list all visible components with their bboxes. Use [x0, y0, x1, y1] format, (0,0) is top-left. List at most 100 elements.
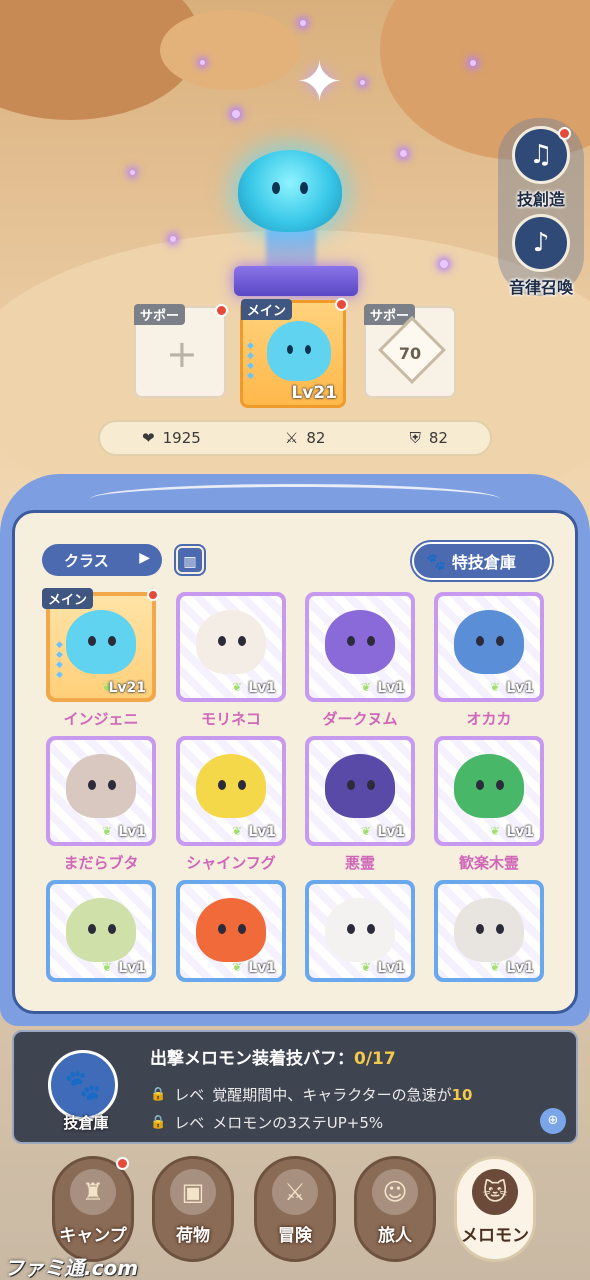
melomon-card-inner: ❦ Lv1 — [438, 740, 540, 842]
melomon-card-inner: ❦ Lv1 — [50, 740, 152, 842]
nav-label: 旅人 — [378, 1226, 412, 1246]
melomon-portrait — [454, 754, 524, 818]
element-leaf-icon: ❦ — [489, 960, 500, 974]
melomon-card[interactable]: ❦ Lv1 — [176, 592, 286, 702]
melomon-level: Lv1 — [377, 680, 405, 696]
melomon-card[interactable]: ❦ Lv1 — [434, 880, 544, 982]
sparkle — [232, 110, 240, 118]
character-icon: ☺ — [372, 1169, 418, 1215]
melomon-level: Lv1 — [506, 824, 534, 840]
rhythm-summon-label: 音律召喚 — [508, 278, 573, 297]
battle-scene: ✦ ♫ 技創造 ♪ 音律召喚 サポー + メイン ◆ ◆ ◆ ◆ Lv21 サポー 7… — [0, 0, 590, 480]
nav-castle-button[interactable]: ♜ キャンプ — [52, 1156, 134, 1262]
desert-rock — [160, 10, 300, 90]
melomon-level: Lv1 — [118, 824, 146, 840]
melomon-list-panel: クラス ▶ ▥ 🐾 特技倉庫 ❦ Lv21 ◆ ◆ ◆ ◆ メインインジェニ ❦ Lv1 モリネコ… — [0, 474, 590, 1026]
notification-dot — [335, 298, 348, 311]
skill-create-label: 技創造 — [516, 190, 565, 209]
melomon-name: インジェニ — [63, 710, 139, 728]
skill-create-button[interactable]: ♫ 技創造 — [506, 126, 576, 210]
melomon-card[interactable]: ❦ Lv1 — [305, 592, 415, 702]
nav-character-button[interactable]: ☺ 旅人 — [354, 1156, 436, 1262]
melomon-level: Lv1 — [118, 960, 146, 976]
melomon-portrait — [325, 754, 395, 818]
skill-store-button[interactable]: 🐾 特技倉庫 — [412, 542, 552, 580]
paw-icon: 🐾 — [426, 551, 446, 571]
melomon-name: オカカ — [466, 710, 512, 728]
defense-value: 82 — [428, 429, 448, 447]
sparkle — [200, 60, 205, 65]
buff-line-1-text: 覚醒期間中、キャラクターの急速が — [212, 1086, 452, 1104]
melomon-card[interactable]: ❦ Lv1 — [176, 880, 286, 982]
melomon-card[interactable]: ❦ Lv1 — [176, 736, 286, 846]
rhythm-summon-button[interactable]: ♪ 音律召喚 — [506, 214, 576, 298]
cat-icon: 🐱 — [472, 1169, 518, 1215]
melomon-level: Lv1 — [248, 824, 276, 840]
melomon-card[interactable]: ❦ Lv1 — [305, 880, 415, 982]
zoom-icon[interactable]: ⊕ — [540, 1108, 566, 1134]
sort-button[interactable]: ▥ — [176, 546, 204, 574]
melomon-card[interactable]: ❦ Lv1 — [46, 736, 156, 846]
melomon-portrait — [66, 754, 136, 818]
sparkle — [300, 20, 306, 26]
buff-line-1: 🔒 レベ 覚醒期間中、キャラクターの急速が10 — [150, 1084, 472, 1105]
support-slot-right-locked[interactable]: サポー 70 — [364, 304, 456, 398]
music-book — [234, 266, 358, 296]
sparkle — [360, 80, 365, 85]
melomon-name: ダークヌム — [322, 710, 398, 728]
buff-line-1-value: 10 — [451, 1086, 473, 1104]
hp-value: 1925 — [162, 429, 201, 447]
skill-store-label: 特技倉庫 — [451, 553, 516, 572]
support-tag: サポー — [134, 304, 186, 325]
melomon-card-inner: ❦ Lv1 — [180, 884, 282, 978]
nav-cat-button[interactable]: 🐱 メロモン — [454, 1156, 536, 1262]
buff-line-1-prefix: レベ — [174, 1086, 205, 1104]
add-icon: + — [166, 332, 198, 376]
melomon-level: Lv1 — [506, 680, 534, 696]
melomon-card[interactable]: ❦ Lv1 — [434, 592, 544, 702]
melomon-portrait — [325, 610, 395, 674]
melomon-card[interactable]: ❦ Lv1 — [434, 736, 544, 846]
melomon-name: モリネコ — [201, 710, 261, 728]
element-leaf-icon: ❦ — [231, 680, 242, 694]
element-leaf-icon: ❦ — [489, 680, 500, 694]
skill-store-shortcut[interactable]: 🐾 — [48, 1050, 118, 1120]
melomon-card[interactable]: ❦ Lv21 ◆ ◆ ◆ ◆ メイン — [42, 588, 159, 702]
notification-dot — [558, 127, 571, 140]
nav-label: メロモン — [461, 1226, 529, 1246]
melomon-card[interactable]: ❦ Lv1 — [305, 736, 415, 846]
lock-icon: 🔒 — [150, 1115, 167, 1130]
watermark-logo: ファミ通.com — [4, 1256, 139, 1280]
melomon-card-inner: ❦ Lv1 — [50, 884, 152, 978]
main-slot[interactable]: メイン ◆ ◆ ◆ ◆ Lv21 — [240, 298, 348, 408]
melomon-portrait — [196, 754, 266, 818]
main-melomon-portrait — [267, 321, 331, 381]
nav-bag-button[interactable]: ▣ 荷物 — [152, 1156, 234, 1262]
sparkle — [130, 170, 135, 175]
swords-icon: ⚔ — [284, 429, 299, 447]
buff-title-text: 出撃メロモン装着技バフ： — [150, 1049, 354, 1069]
nav-swords-button[interactable]: ⚔ 冒険 — [254, 1156, 336, 1262]
melomon-name: まだらブタ — [63, 854, 139, 872]
element-leaf-icon: ❦ — [360, 960, 371, 974]
melomon-card[interactable]: ❦ Lv1 — [46, 880, 156, 982]
harp-summon-icon: ♪ — [512, 214, 570, 272]
melomon-name: 歓楽木霊 — [458, 854, 519, 872]
class-filter-button[interactable]: クラス ▶ — [42, 544, 162, 576]
buff-line-2-text: メロモンの3ステUP+5% — [212, 1114, 384, 1132]
element-leaf-icon: ❦ — [101, 824, 112, 838]
element-leaf-icon: ❦ — [360, 824, 371, 838]
melomon-portrait — [196, 898, 266, 962]
melomon-portrait — [454, 898, 524, 962]
skill-create-icon: ♫ — [512, 126, 571, 184]
attack-value: 82 — [306, 429, 326, 447]
sparkle — [440, 260, 448, 268]
melomon-card-inner: ❦ Lv21 ◆ ◆ ◆ ◆ — [50, 596, 152, 698]
support-slot-left[interactable]: サポー + — [134, 304, 228, 398]
chevron-right-icon: ▶ — [139, 550, 150, 566]
notification-dot — [116, 1157, 129, 1170]
sparkle — [170, 236, 176, 242]
melomon-card-inner: ❦ Lv1 — [438, 596, 540, 698]
notification-dot — [147, 589, 159, 601]
buff-title: 出撃メロモン装着技バフ：0/17 — [150, 1044, 396, 1069]
